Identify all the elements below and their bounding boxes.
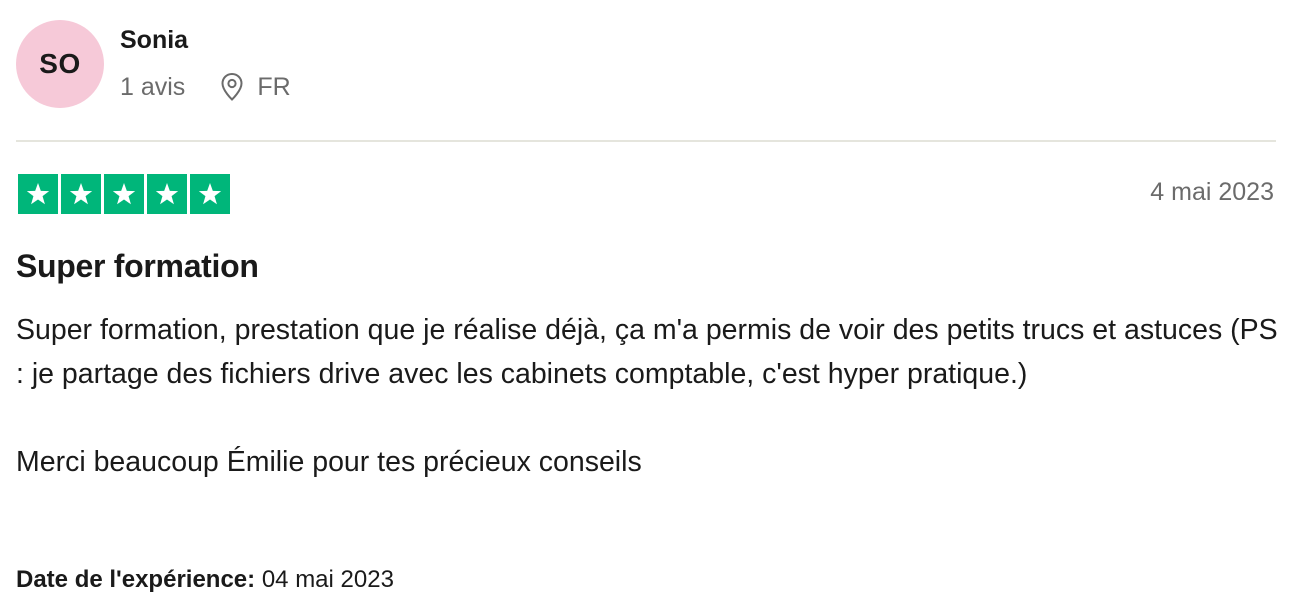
review-date: 4 mai 2023 <box>1150 178 1274 206</box>
review-body: Super formation, prestation que je réali… <box>16 308 1278 484</box>
experience-label: Date de l'expérience: <box>16 566 256 593</box>
star-icon <box>147 174 187 214</box>
divider <box>16 140 1276 142</box>
review-body-paragraph: Super formation, prestation que je réali… <box>16 314 1278 390</box>
review-count: 1 avis <box>120 72 186 101</box>
experience-value: 04 mai 2023 <box>261 566 394 593</box>
star-rating <box>18 174 230 214</box>
star-icon <box>61 174 101 214</box>
star-icon <box>104 174 144 214</box>
map-pin-icon <box>219 72 245 102</box>
avatar[interactable]: SO <box>16 20 104 108</box>
star-icon <box>18 174 58 214</box>
author-name[interactable]: Sonia <box>120 26 188 55</box>
author-meta: 1 avis FR <box>120 70 291 104</box>
star-icon <box>190 174 230 214</box>
author-country: FR <box>257 72 291 101</box>
experience-date: Date de l'expérience: 04 mai 2023 <box>16 566 394 594</box>
review-body-paragraph: Merci beaucoup Émilie pour tes précieux … <box>16 446 642 478</box>
review-title[interactable]: Super formation <box>16 248 259 285</box>
